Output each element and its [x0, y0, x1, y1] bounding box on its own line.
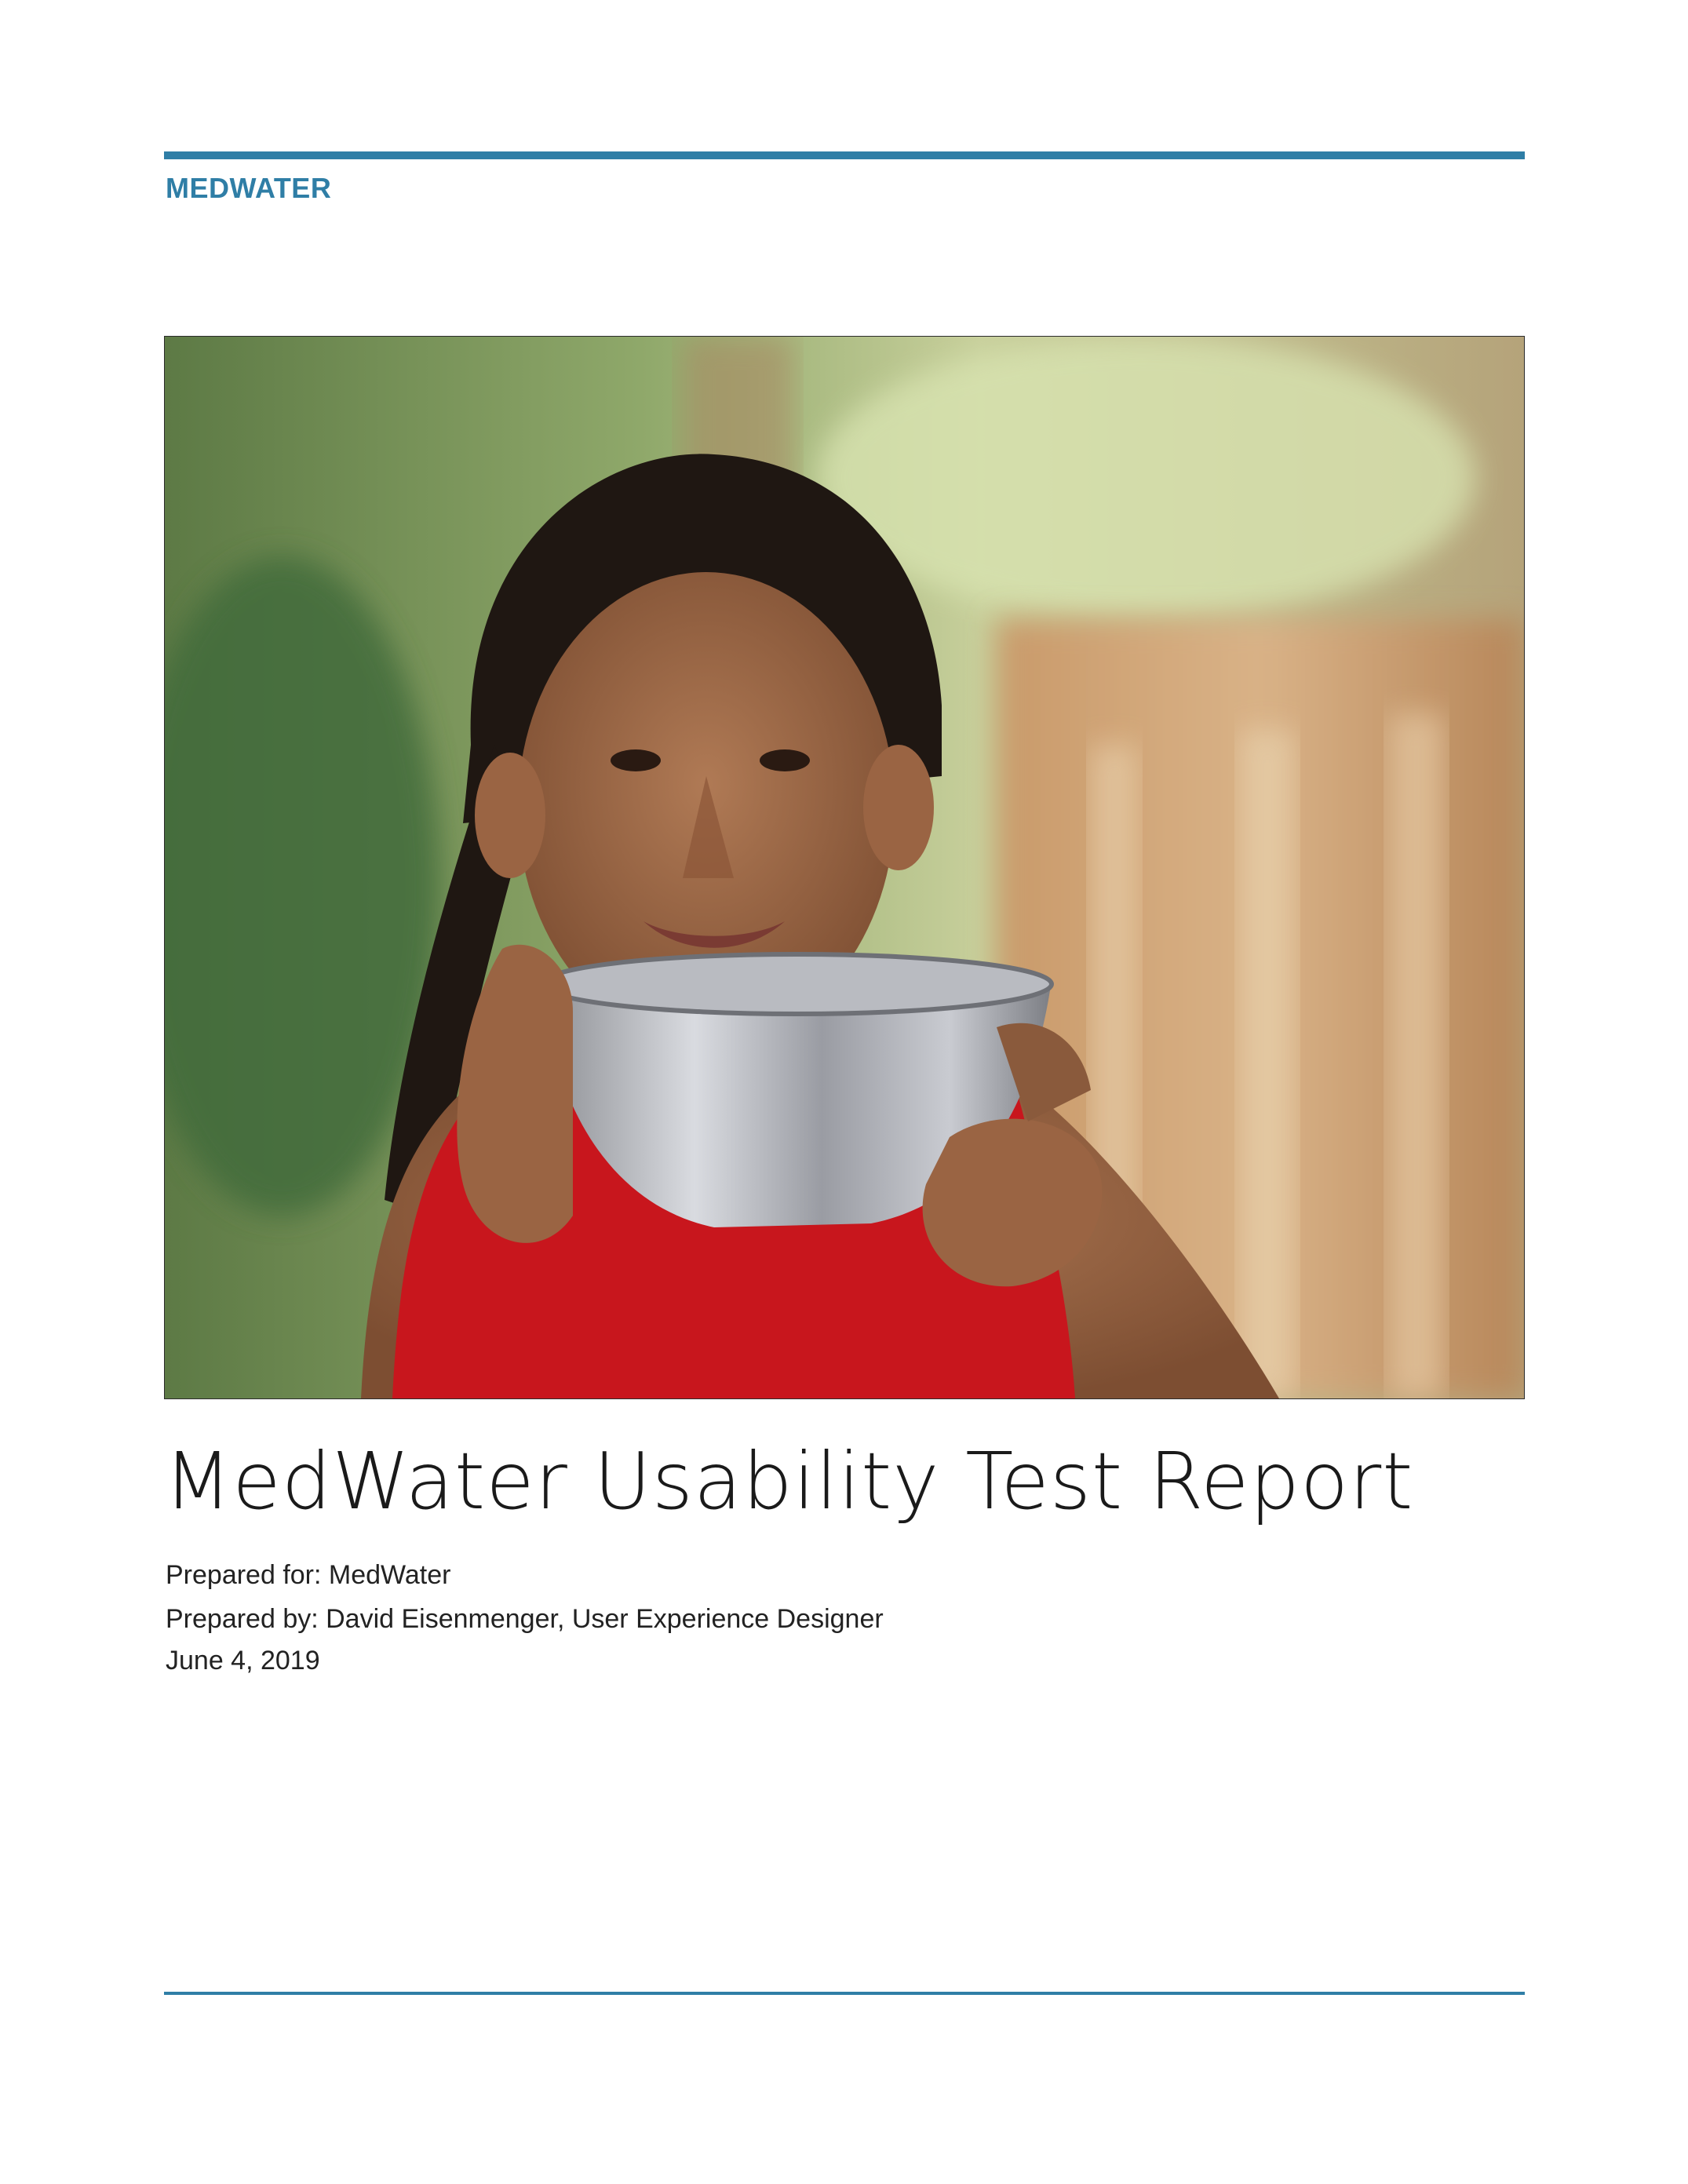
brand-label: MEDWATER — [166, 172, 332, 204]
cover-photo-illustration — [165, 337, 1524, 1398]
prepared-by: Prepared by: David Eisenmenger, User Exp… — [166, 1604, 884, 1634]
cover-photo — [164, 336, 1525, 1399]
report-date: June 4, 2019 — [166, 1646, 320, 1675]
report-title: MedWater Usability Test Report — [164, 1435, 1414, 1527]
prepared-for: Prepared for: MedWater — [166, 1560, 451, 1590]
header-rule — [164, 151, 1525, 159]
footer-rule — [164, 1992, 1525, 1995]
